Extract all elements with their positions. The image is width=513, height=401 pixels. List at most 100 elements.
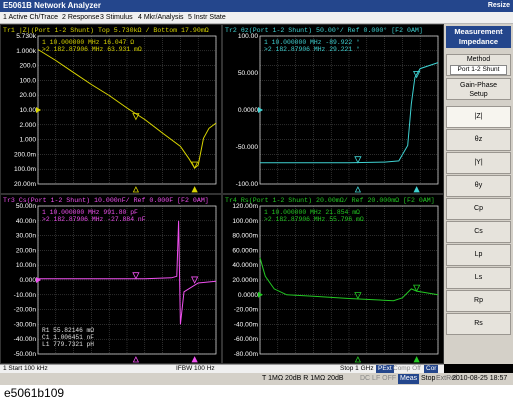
menu-instr-state[interactable]: 5 Instr State	[188, 13, 226, 23]
y-tick-label: 20.000m	[232, 277, 258, 284]
y-tick-label: -80.00m	[234, 351, 259, 358]
param-ls-button[interactable]: Ls	[446, 267, 511, 289]
stimulus-status-bar: 1 Start 100 kHz IFBW 100 Hz Stop 1 GHz P…	[0, 364, 444, 373]
pext-flag: PExt	[376, 365, 394, 373]
resize-button[interactable]: Resize	[488, 0, 510, 12]
y-tick-label: -10.00n	[14, 292, 37, 299]
param-cs-label: Cs	[474, 228, 483, 235]
method-value: Port 1-2 Shunt	[450, 65, 507, 75]
menu-stimulus[interactable]: 3 Stimulus	[100, 13, 133, 23]
param-cp-label: Cp	[474, 205, 483, 212]
y-tick-label: 5.730k	[16, 33, 37, 40]
param-thetaz-label: θz	[474, 136, 483, 143]
y-tick-label: -20.00n	[14, 307, 37, 314]
measurement-title-text: Measurement Impedance	[454, 27, 503, 46]
param-rs-button[interactable]: Rs	[446, 313, 511, 335]
gain-phase-label: Gain-Phase Setup	[460, 82, 497, 98]
y-tick-label: 0.0000	[238, 107, 259, 114]
marker-readout: >2 182.87906 MHz 63.931 mΩ	[42, 46, 142, 53]
y-tick-label: -100.00	[236, 181, 259, 188]
analyzer-window: E5061B Network Analyzer Resize 1 Active …	[0, 0, 513, 385]
plot-area: Tr1 |Z|(Port 1-2 Shunt) Top 5.730kΩ / Bo…	[0, 24, 444, 364]
image-caption: e5061b109	[4, 386, 65, 400]
marker-readout: >2 182.87906 MHz -27.884 nF	[42, 216, 146, 223]
y-tick-label: 100.0	[19, 77, 36, 84]
marker-readout: 1 10.000000 MHz 16.047 Ω	[42, 39, 134, 46]
method-button[interactable]: Method Port 1-2 Shunt	[446, 54, 511, 76]
y-tick-label: 60.000m	[232, 247, 258, 254]
y-tick-label: 80.000m	[232, 233, 258, 240]
y-tick-label: 100.00m	[232, 218, 258, 225]
param-y-label: |Y|	[474, 159, 483, 166]
trace-panel-tr1: Tr1 |Z|(Port 1-2 Shunt) Top 5.730kΩ / Bo…	[0, 24, 222, 194]
param-y-button[interactable]: |Y|	[446, 152, 511, 174]
y-tick-label: -40.00n	[14, 336, 37, 343]
y-tick-label: 20.00	[19, 92, 36, 99]
marker-readout: >2 182.87906 MHz 55.796 mΩ	[264, 216, 364, 223]
param-lp-label: Lp	[474, 251, 483, 258]
menu-response[interactable]: 2 Response	[62, 13, 99, 23]
param-rp-label: Rp	[474, 297, 483, 304]
y-tick-label: -20.00m	[234, 307, 259, 314]
cor-flag: Cor	[424, 365, 439, 373]
dc-status: DC LF OFF	[360, 375, 397, 382]
y-tick-label: 50.00n	[16, 203, 37, 210]
y-tick-label: 40.000m	[232, 262, 258, 269]
trace-panel-tr3: Tr3 Cs(Port 1-2 Shunt) 10.000nF/ Ref 0.0…	[0, 194, 222, 364]
param-cp-button[interactable]: Cp	[446, 198, 511, 220]
param-ls-label: Ls	[474, 274, 483, 281]
y-tick-label: 100.0m	[14, 166, 37, 173]
y-tick-label: 10.00n	[16, 262, 37, 269]
y-tick-label: 1.000k	[16, 48, 37, 55]
marker-readout: 1 10.000000 MHz -89.922 °	[264, 38, 360, 46]
y-tick-label: 10.00	[19, 107, 36, 114]
equivalent-circuit-value: L1 779.7321 pH	[42, 341, 94, 348]
param-thetay-button[interactable]: θy	[446, 175, 511, 197]
menu-bar: 1 Active Ch/Trace 2 Response 3 Stimulus …	[0, 12, 513, 24]
y-tick-label: 200.0m	[14, 151, 37, 158]
menu-active-ch[interactable]: 1 Active Ch/Trace	[3, 13, 58, 23]
start-freq[interactable]: 1 Start 100 kHz	[3, 365, 48, 373]
y-tick-label: 0.0000	[238, 292, 259, 299]
stop-freq[interactable]: Stop 1 GHz	[340, 365, 374, 373]
param-cs-button[interactable]: Cs	[446, 221, 511, 243]
method-label: Method	[466, 56, 491, 63]
title-bar: E5061B Network Analyzer Resize	[0, 0, 513, 12]
param-lp-button[interactable]: Lp	[446, 244, 511, 266]
equivalent-circuit-value: R1 55.82146 mΩ	[42, 327, 94, 334]
y-tick-label: 100.00	[238, 33, 259, 40]
comp-flag: Comp Off	[393, 365, 421, 372]
trace-panel-tr4: Tr4 Rs(Port 1-2 Shunt) 20.00mΩ/ Ref 20.0…	[222, 194, 444, 364]
marker-readout: 1 10.000000 MHz 21.854 mΩ	[264, 209, 360, 216]
y-tick-label: 0.000	[19, 277, 36, 284]
y-tick-label: 50.000	[238, 70, 259, 77]
y-tick-label: -60.00m	[234, 336, 259, 343]
receiver-settings: T 1MΩ 20dB R 1MΩ 20dB	[262, 375, 344, 382]
y-tick-label: -50.00n	[14, 351, 37, 358]
ifbw[interactable]: IFBW 100 Hz	[176, 365, 215, 373]
y-tick-label: 2.000	[19, 122, 36, 129]
y-tick-label: 120.00m	[232, 203, 258, 210]
window-title: E5061B Network Analyzer	[3, 1, 101, 10]
instrument-status-bar: T 1MΩ 20dB R 1MΩ 20dB DC LF OFF Meas Sto…	[0, 373, 513, 385]
param-thetaz-button[interactable]: θz	[446, 129, 511, 151]
y-tick-label: 20.00m	[14, 181, 37, 188]
marker-readout: >2 182.87906 MHz 29.221 °	[264, 45, 360, 53]
y-tick-label: 40.00n	[16, 218, 37, 225]
y-tick-label: 20.00n	[16, 247, 37, 254]
marker-readout: 1 10.000000 MHz 991.80 pF	[42, 209, 138, 216]
y-tick-label: 1.000	[19, 137, 36, 144]
param-thetay-label: θy	[474, 182, 483, 189]
y-tick-label: -50.000	[236, 144, 259, 151]
trace-panel-tr2: Tr2 θz(Port 1-2 Shunt) 50.00°/ Ref 0.000…	[222, 24, 444, 194]
param-z-button[interactable]: |Z|	[446, 106, 511, 128]
param-z-label: |Z|	[474, 113, 483, 120]
meas-indicator: Meas	[398, 374, 420, 384]
gain-phase-setup-button[interactable]: Gain-Phase Setup	[446, 78, 511, 100]
y-tick-label: 30.00n	[16, 233, 37, 240]
y-tick-label: -30.00n	[14, 321, 37, 328]
date-time: 2010-08-25 18:57	[452, 375, 508, 382]
param-rp-button[interactable]: Rp	[446, 290, 511, 312]
menu-mkr-analysis[interactable]: 4 Mkr/Analysis	[138, 13, 184, 23]
equivalent-circuit-value: C1 1.006451 nF	[42, 334, 94, 341]
